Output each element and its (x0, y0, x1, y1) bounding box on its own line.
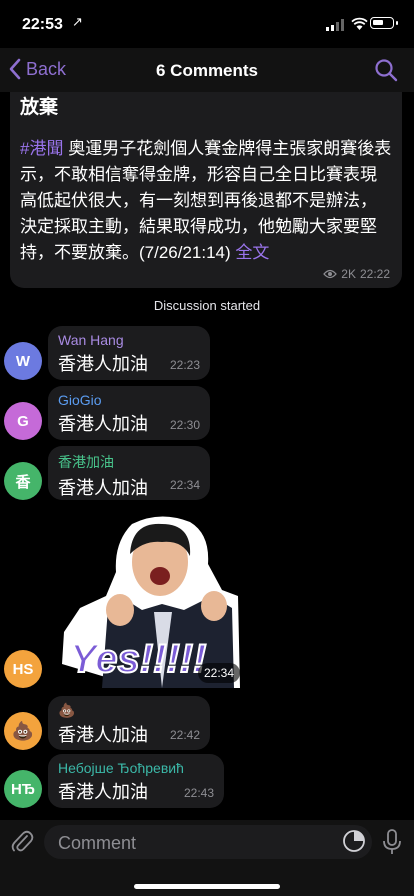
sender-name[interactable]: 香港加油 (58, 452, 200, 472)
hashtag-link[interactable]: #港聞 (20, 139, 63, 158)
system-note: Discussion started (153, 298, 261, 313)
sender-name[interactable]: 💩 (58, 702, 200, 719)
message-time: 22:34 (169, 478, 200, 492)
paperclip-icon[interactable] (10, 828, 34, 854)
page-title: 6 Comments (155, 61, 259, 80)
message-bubble[interactable]: GioGio 香港人加油 22:30 (48, 386, 210, 440)
cellular-signal-icon (326, 19, 344, 31)
message-bubble[interactable]: 💩 香港人加油 22:42 (48, 696, 210, 750)
eye-icon (323, 269, 338, 279)
channel-post: 放棄 #港聞 奧運男子花劍個人賽金牌得主張家朗賽後表示，不敢相信奪得金牌，形容自… (10, 92, 402, 288)
message-bubble[interactable]: Небојше Ђоћревић 香港人加油 22:43 (48, 754, 224, 808)
home-indicator (134, 884, 280, 889)
message-time: 22:23 (169, 358, 200, 372)
message-bubble[interactable]: 香港加油 香港人加油 22:34 (48, 446, 210, 500)
avatar[interactable]: НЂ (4, 770, 42, 808)
location-arrow-icon: ↗ (72, 14, 83, 29)
avatar[interactable]: G (4, 402, 42, 440)
microphone-icon[interactable] (381, 828, 403, 856)
sender-name[interactable]: Небојше Ђоћревић (58, 760, 214, 776)
message-time: 22:43 (183, 786, 214, 800)
post-meta: 2K 22:22 (323, 267, 390, 281)
avatar[interactable]: W (4, 342, 42, 380)
post-headline: 放棄 (20, 97, 59, 118)
message-bubble[interactable]: Wan Hang 香港人加油 22:23 (48, 326, 210, 380)
battery-icon (370, 17, 398, 29)
sender-name[interactable]: Wan Hang (58, 332, 200, 348)
wifi-icon (351, 17, 368, 30)
comment-field-wrapper (44, 825, 372, 861)
sticker-icon[interactable] (342, 829, 366, 853)
post-time: 22:22 (359, 267, 390, 281)
avatar[interactable]: 香 (4, 462, 42, 500)
message-time: 22:34 (198, 663, 241, 683)
comment-input[interactable] (56, 825, 330, 861)
status-time: 22:53 (22, 16, 63, 33)
view-count: 2K (341, 267, 356, 281)
message-time: 22:30 (169, 418, 200, 432)
full-text-link[interactable]: 全文 (235, 243, 269, 262)
post-body: #港聞 奧運男子花劍個人賽金牌得主張家朗賽後表示，不敢相信奪得金牌，形容自己全日… (20, 136, 392, 266)
search-icon[interactable] (374, 58, 398, 82)
message-time: 22:42 (169, 728, 200, 742)
avatar[interactable]: 💩 (4, 712, 42, 750)
navigation-bar: Back 6 Comments (0, 48, 414, 92)
post-text: 奧運男子花劍個人賽金牌得主張家朗賽後表示，不敢相信奪得金牌，形容自己全日比賽表現… (20, 139, 392, 262)
sticker-text: Yes!!!!! (70, 637, 206, 681)
avatar[interactable]: HS (4, 650, 42, 688)
sender-name[interactable]: GioGio (58, 392, 200, 408)
status-bar: 22:53 ↗ (0, 0, 414, 48)
